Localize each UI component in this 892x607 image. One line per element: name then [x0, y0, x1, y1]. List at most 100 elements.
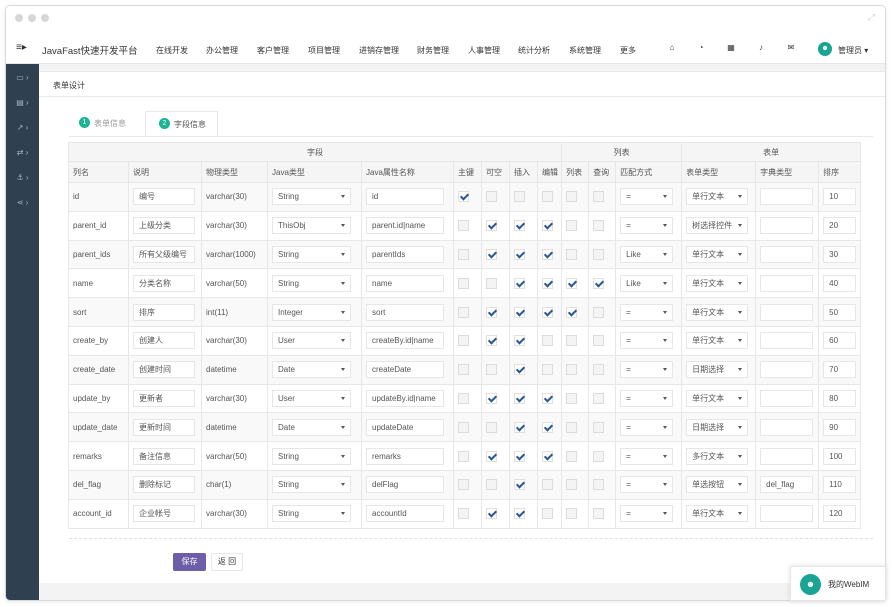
nullable-checkbox[interactable]	[486, 479, 497, 491]
dict-type-input[interactable]: del_flag	[760, 476, 814, 494]
nav-stats[interactable]: 统计分析	[518, 45, 550, 56]
sort-input[interactable]: 30	[823, 245, 857, 263]
desc-input[interactable]: 分类名称	[133, 274, 195, 292]
query-checkbox[interactable]	[593, 277, 605, 289]
sort-input[interactable]: 60	[823, 332, 857, 350]
query-checkbox[interactable]	[593, 191, 605, 203]
edit-checkbox[interactable]	[542, 450, 553, 462]
java-prop-input[interactable]: parentIds	[366, 245, 444, 263]
dashboard-icon[interactable]: ◔	[695, 43, 707, 52]
match-select[interactable]: =	[620, 303, 674, 321]
nav-project[interactable]: 项目管理	[308, 45, 340, 56]
nullable-checkbox[interactable]	[486, 191, 497, 203]
nullable-checkbox[interactable]	[486, 335, 497, 347]
java-prop-input[interactable]: updateBy.id|name	[366, 389, 444, 407]
insert-checkbox[interactable]	[514, 191, 525, 203]
user-menu[interactable]: 管理员 ▾	[838, 45, 868, 56]
edit-checkbox[interactable]	[542, 335, 553, 347]
sort-input[interactable]: 80	[823, 389, 857, 407]
edit-checkbox[interactable]	[542, 392, 553, 404]
edit-checkbox[interactable]	[542, 479, 553, 491]
edit-checkbox[interactable]	[542, 508, 553, 520]
insert-checkbox[interactable]	[514, 306, 525, 318]
match-select[interactable]: Like	[620, 245, 674, 263]
list-checkbox[interactable]	[566, 335, 578, 347]
nav-finance[interactable]: 财务管理	[417, 45, 449, 56]
pk-checkbox[interactable]	[458, 450, 469, 462]
query-checkbox[interactable]	[593, 479, 605, 491]
nullable-checkbox[interactable]	[486, 277, 497, 289]
sort-input[interactable]: 40	[823, 274, 857, 292]
java-type-select[interactable]: User	[272, 389, 351, 407]
java-prop-input[interactable]: createDate	[366, 361, 444, 379]
desc-input[interactable]: 编号	[133, 188, 195, 206]
calendar-icon[interactable]: ▦	[725, 43, 737, 52]
tab-form-info[interactable]: 1 表单信息	[79, 111, 143, 137]
insert-checkbox[interactable]	[514, 220, 525, 232]
share-icon[interactable]: ⋖ ›	[6, 195, 39, 211]
java-prop-input[interactable]: name	[366, 274, 444, 292]
desc-input[interactable]: 排序	[133, 303, 195, 321]
save-button[interactable]: 保存	[173, 553, 206, 571]
nullable-checkbox[interactable]	[486, 421, 497, 433]
webim-widget[interactable]: ☻ 我的WebIM	[790, 566, 886, 601]
java-type-select[interactable]: String	[272, 505, 351, 523]
pk-checkbox[interactable]	[458, 421, 469, 433]
list-checkbox[interactable]	[566, 306, 578, 318]
match-select[interactable]: =	[620, 188, 674, 206]
dict-type-input[interactable]	[760, 361, 814, 379]
query-checkbox[interactable]	[593, 364, 605, 376]
form-type-select[interactable]: 单选按钮	[686, 476, 749, 494]
pk-checkbox[interactable]	[458, 306, 469, 318]
nullable-checkbox[interactable]	[486, 306, 497, 318]
edit-checkbox[interactable]	[542, 191, 553, 203]
edit-checkbox[interactable]	[542, 220, 553, 232]
edit-checkbox[interactable]	[542, 421, 553, 433]
pk-checkbox[interactable]	[458, 364, 469, 376]
form-type-select[interactable]: 树选择控件	[686, 217, 749, 235]
sort-input[interactable]: 100	[823, 447, 857, 465]
dict-type-input[interactable]	[760, 418, 814, 436]
desc-input[interactable]: 备注信息	[133, 447, 195, 465]
java-prop-input[interactable]: parent.id|name	[366, 217, 444, 235]
anchor-icon[interactable]: ⚓ ›	[6, 170, 39, 186]
pk-checkbox[interactable]	[458, 508, 469, 520]
back-button[interactable]: 返 回	[211, 553, 243, 571]
java-prop-input[interactable]: updateDate	[366, 418, 444, 436]
desc-input[interactable]: 更新者	[133, 389, 195, 407]
desc-input[interactable]: 所有父级编号	[133, 245, 195, 263]
list-checkbox[interactable]	[566, 220, 578, 232]
nullable-checkbox[interactable]	[486, 248, 497, 260]
nav-inventory[interactable]: 进销存管理	[359, 45, 399, 56]
list-checkbox[interactable]	[566, 421, 578, 433]
list-checkbox[interactable]	[566, 479, 578, 491]
dict-type-input[interactable]	[760, 217, 814, 235]
form-type-select[interactable]: 单行文本	[686, 303, 749, 321]
match-select[interactable]: =	[620, 332, 674, 350]
java-type-select[interactable]: User	[272, 332, 351, 350]
sort-input[interactable]: 10	[823, 188, 857, 206]
dict-type-input[interactable]	[760, 188, 814, 206]
dict-type-input[interactable]	[760, 274, 814, 292]
match-select[interactable]: =	[620, 476, 674, 494]
sort-input[interactable]: 90	[823, 418, 857, 436]
desc-input[interactable]: 创建时间	[133, 361, 195, 379]
pk-checkbox[interactable]	[458, 248, 469, 260]
nullable-checkbox[interactable]	[486, 450, 497, 462]
pk-checkbox[interactable]	[458, 277, 469, 289]
match-select[interactable]: Like	[620, 274, 674, 292]
match-select[interactable]: =	[620, 389, 674, 407]
form-type-select[interactable]: 单行文本	[686, 389, 749, 407]
dict-type-input[interactable]	[760, 303, 814, 321]
java-prop-input[interactable]: id	[366, 188, 444, 206]
nullable-checkbox[interactable]	[486, 364, 497, 376]
query-checkbox[interactable]	[593, 306, 605, 318]
nav-office[interactable]: 办公管理	[206, 45, 238, 56]
query-checkbox[interactable]	[593, 450, 605, 462]
nullable-checkbox[interactable]	[486, 508, 497, 520]
java-prop-input[interactable]: remarks	[366, 447, 444, 465]
list-checkbox[interactable]	[566, 364, 578, 376]
form-type-select[interactable]: 单行文本	[686, 274, 749, 292]
window-close-dot[interactable]	[15, 14, 23, 22]
monitor-icon[interactable]: ▭ ›	[6, 70, 39, 86]
